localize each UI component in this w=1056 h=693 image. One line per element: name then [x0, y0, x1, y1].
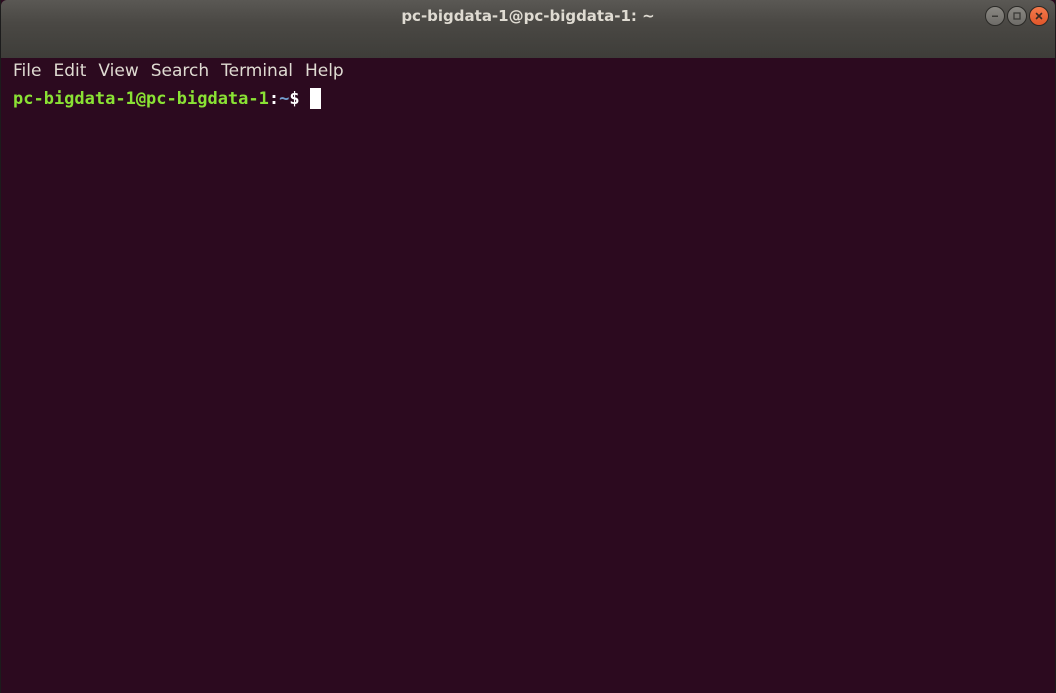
menu-help[interactable]: Help — [299, 58, 350, 84]
maximize-icon — [1013, 12, 1021, 20]
window-title: pc-bigdata-1@pc-bigdata-1: ~ — [401, 7, 655, 25]
close-icon — [1035, 12, 1043, 20]
menu-file[interactable]: File — [7, 58, 47, 84]
minimize-button[interactable] — [985, 6, 1005, 26]
prompt-line: pc-bigdata-1@pc-bigdata-1:~$ — [13, 88, 321, 110]
terminal-window: pc-bigdata-1@pc-bigdata-1: ~ File Edit V… — [0, 0, 1056, 693]
terminal-area[interactable]: pc-bigdata-1@pc-bigdata-1:~$ — [1, 84, 1055, 693]
window-controls — [985, 6, 1049, 26]
prompt-path: ~ — [279, 89, 290, 109]
menu-view[interactable]: View — [92, 58, 144, 84]
title-bar[interactable]: pc-bigdata-1@pc-bigdata-1: ~ — [1, 0, 1055, 58]
prompt-colon: : — [268, 89, 280, 109]
prompt-symbol: $ — [289, 89, 300, 109]
menu-search[interactable]: Search — [145, 58, 215, 84]
maximize-button[interactable] — [1007, 6, 1027, 26]
menu-bar: File Edit View Search Terminal Help — [1, 58, 350, 84]
menu-edit[interactable]: Edit — [47, 58, 92, 84]
close-button[interactable] — [1029, 6, 1049, 26]
menu-terminal[interactable]: Terminal — [215, 58, 299, 84]
prompt-userhost: pc-bigdata-1@pc-bigdata-1 — [13, 89, 269, 109]
minimize-icon — [992, 15, 998, 17]
text-cursor — [309, 88, 321, 109]
